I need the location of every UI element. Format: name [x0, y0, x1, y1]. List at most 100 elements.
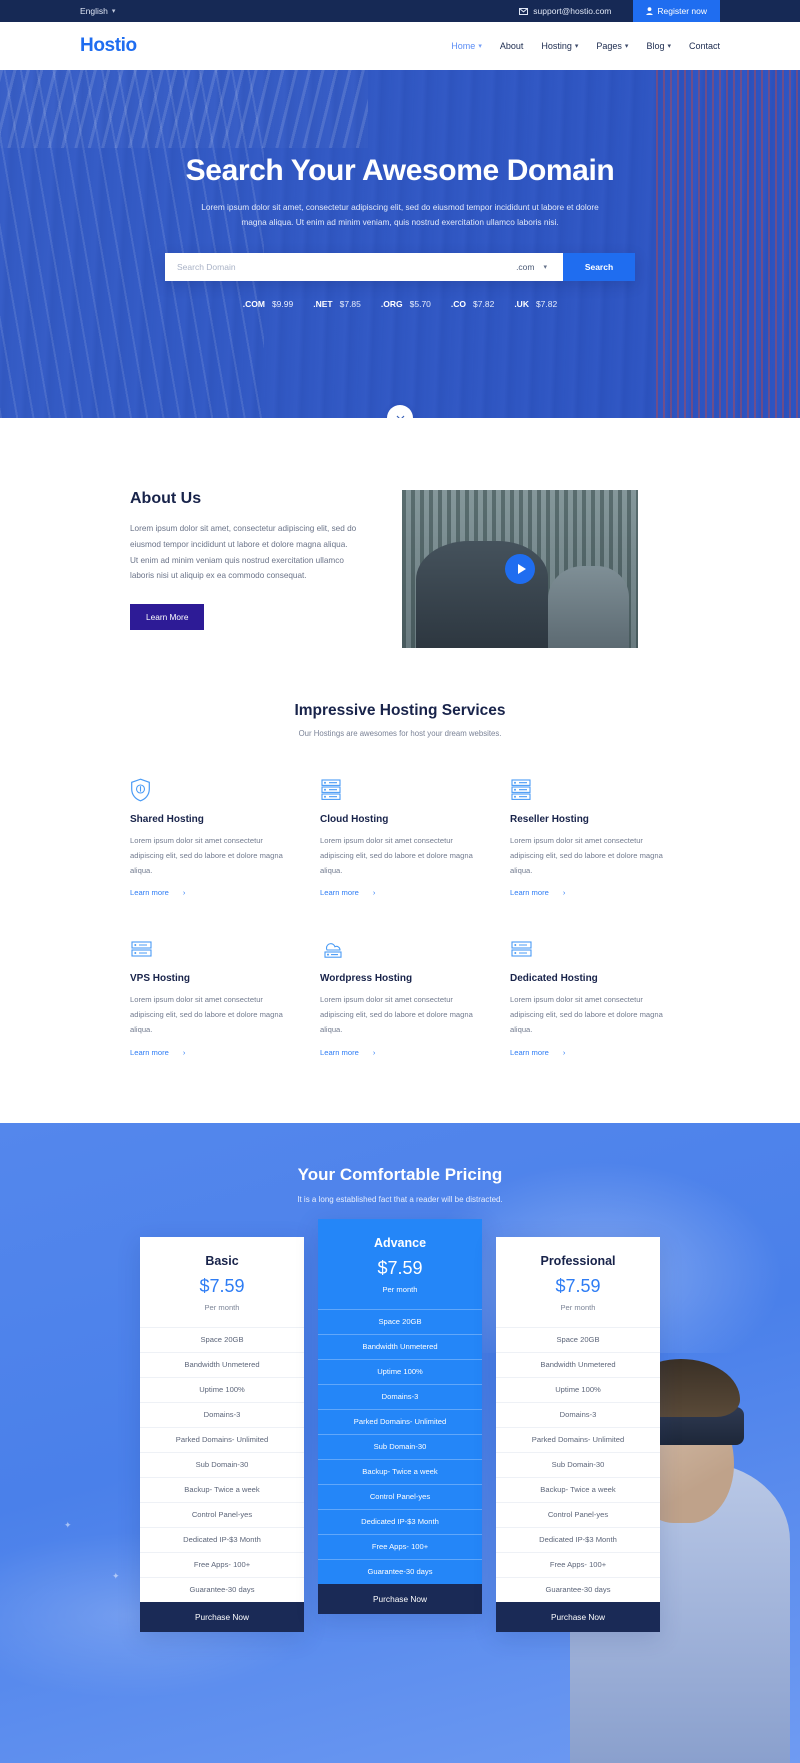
tld-dropdown[interactable]: .com ▾ — [516, 262, 551, 272]
tld-price-item: .ORG $5.70 — [381, 299, 431, 309]
plan-header: Professional $7.59 Per month — [496, 1237, 660, 1327]
service-learn-more-link[interactable]: Learn more › — [510, 1048, 670, 1057]
plan-feature: Guarantee-30 days — [496, 1576, 660, 1602]
nav-item-hosting[interactable]: Hosting ▾ — [541, 41, 578, 51]
plan-feature: Guarantee-30 days — [140, 1576, 304, 1602]
service-card-shared-hosting[interactable]: Shared Hosting Lorem ipsum dolor sit ame… — [130, 778, 290, 897]
register-now-button[interactable]: Register now — [633, 0, 720, 22]
service-description: Lorem ipsum dolor sit amet consectetur a… — [130, 995, 283, 1034]
chevron-down-icon: ▾ — [574, 43, 579, 50]
service-learn-more-link[interactable]: Learn more › — [130, 1048, 290, 1057]
purchase-now-button[interactable]: Purchase Now — [318, 1583, 482, 1614]
main-navigation: Hostio Home ▾ About Hosting ▾ Pages ▾ Bl… — [0, 22, 800, 70]
plan-feature: Uptime 100% — [496, 1376, 660, 1402]
service-learn-more-link[interactable]: Learn more › — [510, 888, 670, 897]
service-learn-more-link[interactable]: Learn more › — [320, 1048, 480, 1057]
tld-price-item: .NET $7.85 — [313, 299, 361, 309]
search-field-wrapper: .com ▾ — [165, 253, 563, 282]
nav-item-blog[interactable]: Blog ▾ — [646, 41, 671, 51]
nav-item-home[interactable]: Home ▾ — [451, 41, 482, 51]
learn-more-label: Learn more — [510, 1047, 549, 1057]
plan-feature: Control Panel-yes — [496, 1501, 660, 1527]
play-button[interactable] — [505, 554, 535, 584]
plan-name: Advance — [373, 1235, 427, 1250]
search-button[interactable]: Search — [563, 253, 635, 282]
tld-name: .ORG — [380, 299, 403, 310]
nav-item-contact[interactable]: Contact — [689, 41, 720, 51]
learn-more-label: Learn more — [130, 888, 169, 898]
chevron-right-icon: › — [182, 1047, 186, 1057]
user-icon — [646, 7, 654, 15]
pricing-title: Your Comfortable Pricing — [297, 1164, 503, 1184]
service-card-reseller-hosting[interactable]: Reseller Hosting Lorem ipsum dolor sit a… — [510, 778, 670, 897]
plan-period: Per month — [560, 1302, 596, 1312]
service-learn-more-link[interactable]: Learn more › — [320, 888, 480, 897]
plan-feature: Space 20GB — [318, 1308, 482, 1334]
hero-title: Search Your Awesome Domain — [185, 154, 615, 187]
service-card-vps-hosting[interactable]: VPS Hosting Lorem ipsum dolor sit amet c… — [130, 937, 290, 1057]
site-logo[interactable]: Hostio — [80, 35, 137, 57]
nav-item-about[interactable]: About — [500, 41, 524, 51]
service-description: Lorem ipsum dolor sit amet consectetur a… — [510, 836, 663, 875]
service-description: Lorem ipsum dolor sit amet consectetur a… — [130, 836, 283, 875]
mail-icon — [519, 7, 529, 15]
learn-more-label: Learn more — [320, 1047, 359, 1057]
service-card-cloud-hosting[interactable]: Cloud Hosting Lorem ipsum dolor sit amet… — [320, 778, 480, 897]
tld-price: $7.85 — [339, 299, 361, 310]
plan-feature: Free Apps- 100+ — [318, 1533, 482, 1559]
plan-name: Professional — [540, 1253, 616, 1268]
service-description: Lorem ipsum dolor sit amet consectetur a… — [510, 995, 663, 1034]
service-learn-more-link[interactable]: Learn more › — [130, 888, 290, 897]
domain-search-bar: .com ▾ Search — [165, 253, 635, 282]
plan-feature: Dedicated IP-$3 Month — [496, 1526, 660, 1552]
plan-feature: Free Apps- 100+ — [496, 1551, 660, 1577]
language-selector[interactable]: English ▾ — [80, 6, 115, 16]
support-email[interactable]: support@hostio.com — [519, 6, 633, 16]
plan-period: Per month — [204, 1302, 240, 1312]
tld-price: $7.82 — [473, 299, 495, 310]
plan-feature: Domains-3 — [140, 1401, 304, 1427]
plan-feature: Backup- Twice a week — [496, 1476, 660, 1502]
service-name: Shared Hosting — [130, 814, 204, 825]
service-name: Wordpress Hosting — [320, 973, 413, 985]
plan-feature: Free Apps- 100+ — [140, 1551, 304, 1577]
service-name: Reseller Hosting — [510, 814, 589, 825]
pricing-subtitle: It is a long established fact that a rea… — [297, 1194, 503, 1204]
service-card-wordpress-hosting[interactable]: Wordpress Hosting Lorem ipsum dolor sit … — [320, 937, 480, 1057]
plan-feature: Control Panel-yes — [140, 1501, 304, 1527]
purchase-now-button[interactable]: Purchase Now — [140, 1601, 304, 1632]
search-input[interactable] — [177, 262, 511, 273]
tld-price-list: .COM $9.99 .NET $7.85 .ORG $5.70 .CO $7.… — [80, 299, 720, 309]
tld-price-item: .UK $7.82 — [514, 299, 557, 309]
about-video-thumbnail[interactable] — [402, 490, 638, 648]
plan-feature: Bandwidth Unmetered — [140, 1351, 304, 1377]
service-card-dedicated-hosting[interactable]: Dedicated Hosting Lorem ipsum dolor sit … — [510, 937, 670, 1057]
plan-feature: Control Panel-yes — [318, 1483, 482, 1509]
plan-feature: Parked Domains- Unlimited — [318, 1408, 482, 1434]
server-list-icon — [510, 778, 670, 802]
plan-feature: Bandwidth Unmetered — [496, 1351, 660, 1377]
plan-feature: Parked Domains- Unlimited — [496, 1426, 660, 1452]
cloud-server-icon — [320, 937, 480, 961]
video-subject-right — [548, 565, 629, 648]
nav-menu: Home ▾ About Hosting ▾ Pages ▾ Blog ▾ Co… — [451, 41, 720, 51]
nav-label: Home — [451, 41, 476, 51]
purchase-now-button[interactable]: Purchase Now — [496, 1601, 660, 1632]
plan-feature: Space 20GB — [140, 1326, 304, 1352]
plan-feature: Domains-3 — [496, 1401, 660, 1427]
learn-more-label: Learn more — [510, 888, 549, 898]
about-learn-more-button[interactable]: Learn More — [130, 604, 205, 630]
plan-header: Basic $7.59 Per month — [140, 1237, 304, 1327]
nav-item-pages[interactable]: Pages ▾ — [596, 41, 628, 51]
plan-feature: Dedicated IP-$3 Month — [318, 1508, 482, 1534]
server-grid-icon — [510, 937, 670, 961]
plan-price: $7.59 — [377, 1257, 423, 1278]
server-stack-icon — [130, 937, 290, 961]
tld-price-item: .COM $9.99 — [243, 299, 293, 309]
learn-more-label: Learn more — [320, 888, 359, 898]
plan-feature: Space 20GB — [496, 1326, 660, 1352]
plan-price: $7.59 — [555, 1275, 601, 1296]
chevron-down-icon: ▾ — [543, 264, 547, 272]
services-subtitle: Our Hostings are awesomes for host your … — [298, 729, 502, 738]
service-name: VPS Hosting — [130, 973, 191, 985]
